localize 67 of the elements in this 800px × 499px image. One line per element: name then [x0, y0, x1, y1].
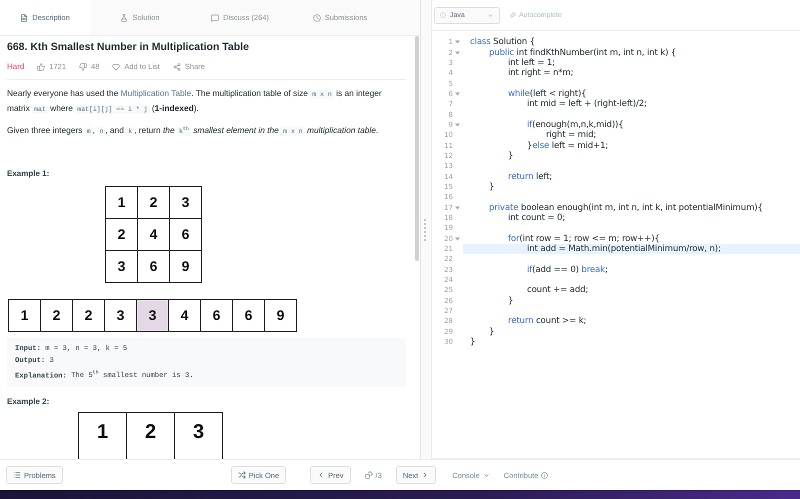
code-line: class Solution { — [469, 37, 536, 48]
fold-icon[interactable] — [455, 206, 460, 210]
code-line: return left; — [507, 171, 554, 182]
code-line: int mid = left + (right-left)/2; — [526, 99, 648, 110]
link[interactable]: Multiplication Table — [120, 88, 192, 98]
table-cell: 4 — [138, 218, 170, 251]
table-cell: 9 — [265, 300, 297, 332]
clock-icon — [312, 14, 321, 22]
table-cell: 6 — [201, 300, 233, 332]
caret-icon — [482, 472, 490, 478]
list-icon — [13, 471, 21, 479]
code-line: int count = 0; — [507, 212, 566, 224]
table-cell: 6 — [138, 250, 170, 283]
code-line: private boolean enough(int m, int n, int k, int potentialMinimum){ — [488, 202, 764, 213]
code-line: } — [507, 296, 514, 306]
table-cell: 1 — [106, 186, 138, 219]
fold-icon[interactable] — [455, 40, 460, 44]
difficulty-label: Hard — [7, 62, 24, 71]
fold-icon[interactable] — [455, 236, 460, 241]
code-line: if(add == 0) break; — [526, 264, 609, 275]
code-line: if(enough(m,n,k,mid)){ — [526, 120, 625, 130]
fold-icon[interactable] — [455, 92, 460, 96]
info-icon — [541, 472, 548, 478]
table-cell: 3 — [105, 300, 137, 332]
code-line: right = mid; — [545, 130, 598, 140]
table-cell: 9 — [170, 250, 202, 283]
problem-title: 668. Kth Smallest Number in Multiplication Table — [7, 41, 250, 53]
thumbs-up-icon — [37, 62, 46, 70]
sparkle-icon — [510, 12, 516, 18]
table-cell: 3 — [106, 250, 138, 283]
table-cell: 4 — [169, 300, 201, 332]
code-line: }else left = mid+1; — [526, 140, 610, 151]
code-line: for(int row = 1; row <= m; row++){ — [507, 234, 661, 244]
code-line: } — [507, 150, 514, 162]
table-cell: 2 — [138, 186, 170, 219]
code-line: count += add; — [526, 285, 590, 296]
document-icon — [20, 14, 28, 22]
table-cell: 3 — [170, 186, 202, 219]
code-line: } — [488, 182, 496, 192]
dice-icon — [364, 471, 373, 479]
thumbs-down-icon — [79, 62, 88, 70]
code-line: } — [488, 326, 496, 337]
table-cell: 6 — [170, 218, 202, 251]
flask-icon — [120, 14, 128, 22]
table-cell: 6 — [233, 300, 265, 332]
code-line: int right = n*m; — [507, 68, 574, 78]
shuffle-icon — [238, 471, 246, 479]
table-cell: 3 — [137, 300, 169, 332]
code-line: while(left < right){ — [507, 88, 588, 100]
example-heading: Example 1: — [7, 168, 50, 178]
info-icon — [440, 12, 446, 18]
table-cell: 1 — [9, 300, 41, 332]
table-cell: 2 — [73, 300, 105, 332]
code-line: return count >= k; — [507, 316, 588, 327]
fold-icon[interactable] — [455, 122, 460, 127]
code-line: public int findKthNumber(int m, int n, int k) { — [488, 47, 678, 58]
table-cell: 2 — [41, 300, 73, 332]
resize-handle[interactable] — [424, 218, 428, 240]
caret-icon — [487, 12, 494, 18]
fold-icon[interactable] — [455, 50, 460, 55]
example-heading: Example 2: — [7, 397, 50, 406]
heart-icon — [112, 62, 120, 70]
share-icon — [172, 62, 181, 70]
code-line: int left = 1; — [507, 58, 556, 68]
code-line: } — [469, 336, 476, 348]
table-cell: 2 — [106, 218, 138, 251]
chat-icon — [211, 14, 220, 22]
